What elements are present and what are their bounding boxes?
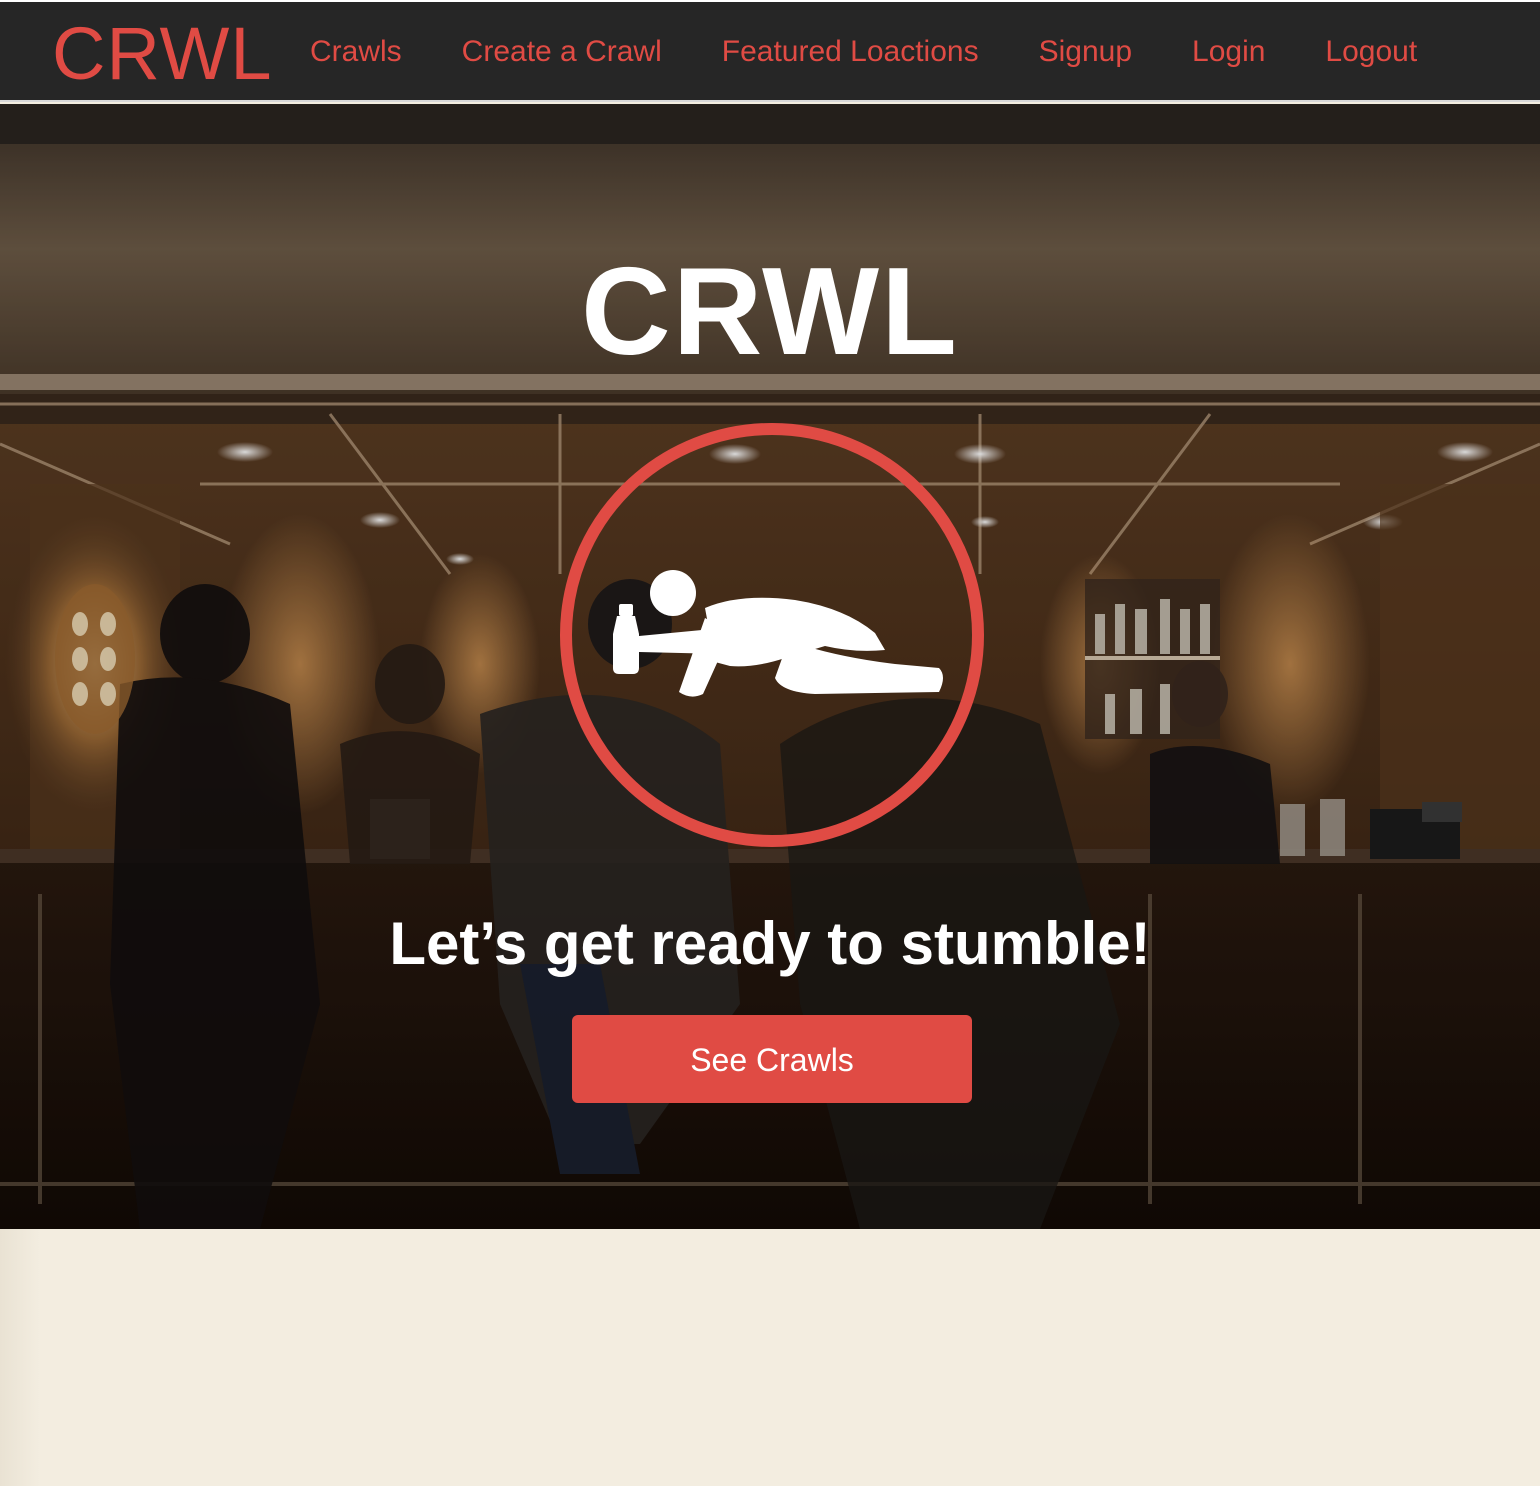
hero-title: CRWL: [581, 243, 959, 381]
nav-link-signup[interactable]: Signup: [1009, 2, 1162, 102]
nav-link-login[interactable]: Login: [1162, 2, 1295, 102]
crawling-person-with-bottle-icon: [560, 423, 984, 847]
nav-links: Crawls Create a Crawl Featured Loactions…: [280, 2, 1447, 102]
page-content-area: [0, 1229, 1540, 1486]
nav-link-featured-locations[interactable]: Featured Loactions: [692, 2, 1009, 102]
nav-link-logout[interactable]: Logout: [1295, 2, 1447, 102]
nav-link-create-crawl[interactable]: Create a Crawl: [432, 2, 692, 102]
hero-tagline: Let’s get ready to stumble!: [389, 910, 1151, 977]
see-crawls-button[interactable]: See Crawls: [572, 1015, 972, 1103]
hero-section: CRWL Let’s get ready to stumble! See Cra…: [0, 104, 1540, 1229]
navbar: CRWL Crawls Create a Crawl Featured Loac…: [0, 2, 1540, 102]
nav-link-crawls[interactable]: Crawls: [280, 2, 432, 102]
brand-logo-link[interactable]: CRWL: [52, 12, 273, 96]
